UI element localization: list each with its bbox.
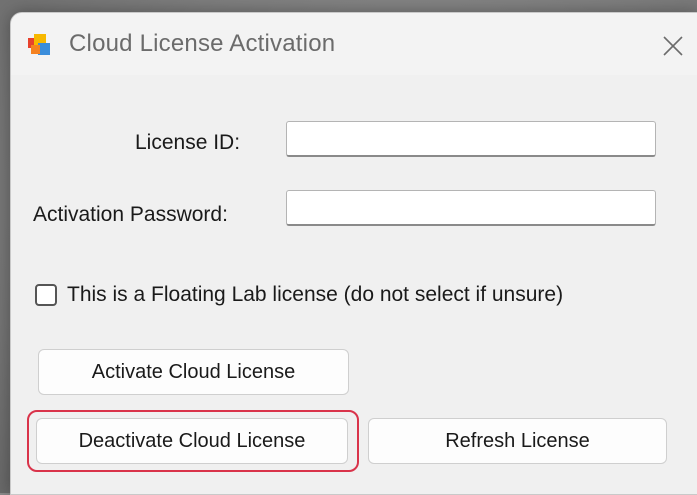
license-id-label: License ID: bbox=[135, 131, 241, 154]
title-bar: Cloud License Activation bbox=[11, 13, 697, 75]
activation-password-label: Activation Password: bbox=[33, 203, 228, 226]
close-button[interactable] bbox=[656, 29, 690, 63]
activation-password-input[interactable] bbox=[286, 190, 656, 226]
deactivate-cloud-license-button[interactable]: Deactivate Cloud License bbox=[36, 418, 348, 464]
windows-form-icon bbox=[28, 34, 50, 55]
window-title: Cloud License Activation bbox=[69, 30, 336, 57]
license-id-input[interactable] bbox=[286, 121, 656, 157]
license-activation-dialog: Cloud License Activation License ID: Act… bbox=[10, 12, 697, 495]
refresh-license-button[interactable]: Refresh License bbox=[368, 418, 667, 464]
activate-cloud-license-button[interactable]: Activate Cloud License bbox=[38, 349, 349, 395]
close-icon bbox=[663, 36, 683, 56]
floating-lab-checkbox[interactable] bbox=[35, 284, 57, 306]
desktop-backdrop: Cloud License Activation License ID: Act… bbox=[0, 0, 697, 495]
floating-lab-checkbox-label[interactable]: This is a Floating Lab license (do not s… bbox=[67, 283, 563, 307]
floating-lab-option: This is a Floating Lab license (do not s… bbox=[35, 283, 563, 307]
